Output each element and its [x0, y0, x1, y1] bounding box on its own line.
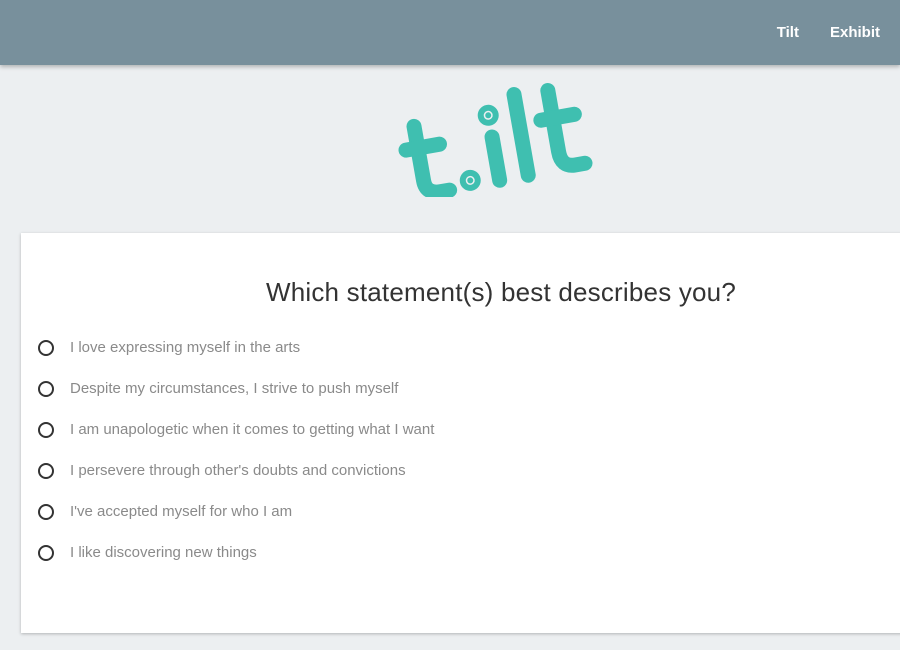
radio-button[interactable]	[38, 462, 54, 479]
radio-button[interactable]	[38, 421, 54, 438]
top-bar: Tilt Exhibit	[0, 0, 900, 65]
top-nav: Tilt Exhibit	[746, 0, 880, 65]
option-persevere[interactable]: I persevere through other's doubts and c…	[38, 450, 434, 491]
option-label: Despite my circumstances, I strive to pu…	[70, 380, 399, 397]
nav-link-tilt[interactable]: Tilt	[777, 24, 799, 41]
tilt-logo	[398, 83, 593, 197]
option-discovering[interactable]: I like discovering new things	[38, 532, 434, 573]
radio-button[interactable]	[38, 544, 54, 561]
option-push-myself[interactable]: Despite my circumstances, I strive to pu…	[38, 368, 434, 409]
radio-button[interactable]	[38, 503, 54, 520]
nav-link-exhibit[interactable]: Exhibit	[830, 24, 880, 41]
option-label: I love expressing myself in the arts	[70, 339, 301, 356]
answer-options: I love expressing myself in the arts Des…	[38, 327, 434, 573]
option-label: I persevere through other's doubts and c…	[70, 462, 406, 479]
option-label: I like discovering new things	[70, 544, 257, 561]
radio-button[interactable]	[38, 380, 54, 397]
option-unapologetic[interactable]: I am unapologetic when it comes to getti…	[38, 409, 434, 450]
option-label: I've accepted myself for who I am	[70, 503, 293, 520]
question-title: Which statement(s) best describes you?	[265, 277, 736, 307]
option-label: I am unapologetic when it comes to getti…	[70, 421, 435, 438]
quiz-card: Which statement(s) best describes you? I…	[21, 233, 900, 633]
radio-button[interactable]	[38, 339, 54, 356]
option-accepted-myself[interactable]: I've accepted myself for who I am	[38, 491, 434, 532]
option-arts[interactable]: I love expressing myself in the arts	[38, 327, 434, 368]
